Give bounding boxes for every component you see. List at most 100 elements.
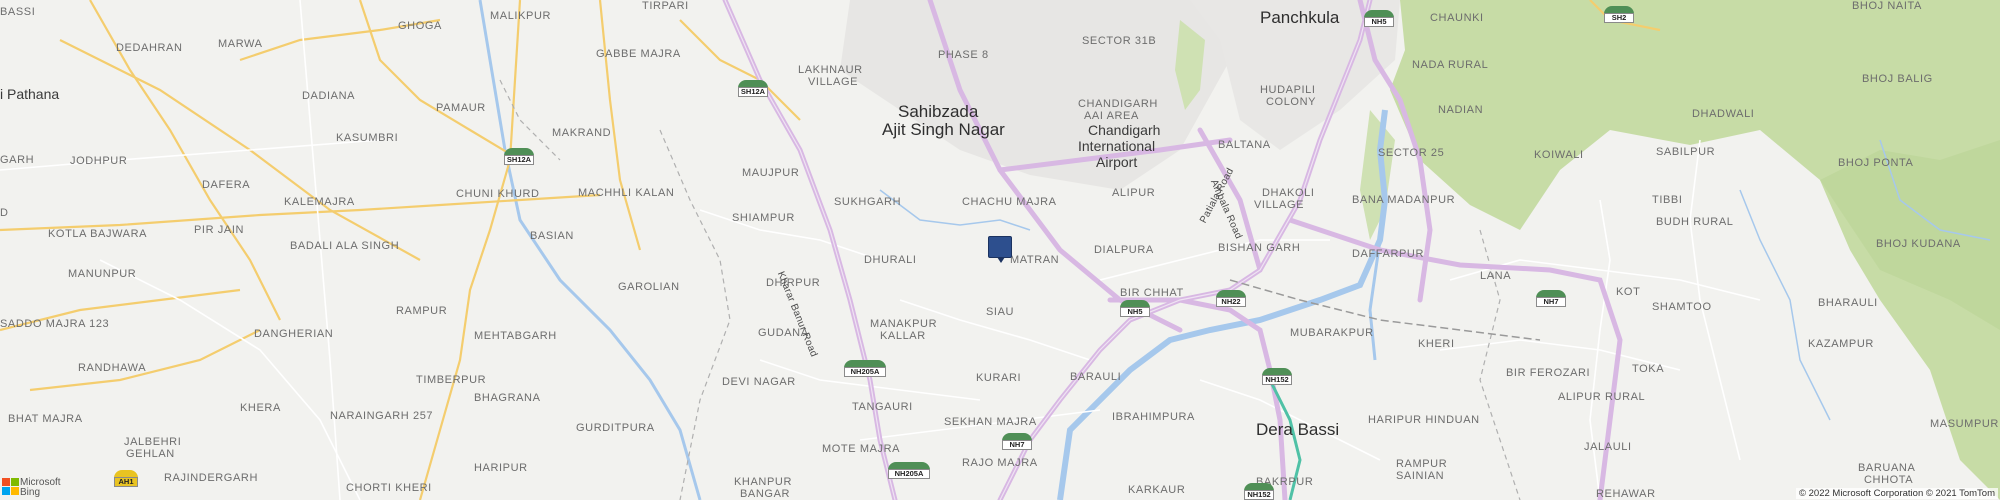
place-label: VILLAGE bbox=[1254, 199, 1305, 211]
place-label: MOTE MAJRA bbox=[822, 443, 901, 455]
place-label: NADIAN bbox=[1438, 104, 1484, 116]
place-label: VILLAGE bbox=[808, 76, 859, 88]
place-label: SAINIAN bbox=[1396, 470, 1445, 482]
place-label: CHORTI KHERI bbox=[346, 482, 432, 494]
place-label: KHERI bbox=[1418, 338, 1455, 350]
map-canvas[interactable]: Panchkula Sahibzada Ajit Singh Nagar Der… bbox=[0, 0, 2000, 500]
place-label: SHAMTOO bbox=[1652, 301, 1712, 313]
bing-logo[interactable]: Microsoft Bing bbox=[0, 476, 80, 498]
place-label: KASUMBRI bbox=[336, 132, 399, 144]
place-label: BISHAN GARH bbox=[1218, 242, 1301, 254]
place-label: MANUNPUR bbox=[68, 268, 137, 280]
place-label-chandigarh-airport-3: Airport bbox=[1096, 154, 1138, 170]
place-label: KOTLA BAJWARA bbox=[48, 228, 148, 240]
place-label: BHOJ BALIG bbox=[1862, 73, 1933, 85]
route-shield: NH22 bbox=[1216, 290, 1246, 307]
place-label: DHURALI bbox=[864, 254, 917, 266]
place-label: MAKRAND bbox=[552, 127, 612, 139]
place-label: CHACHU MAJRA bbox=[962, 196, 1057, 208]
route-shield: NH5 bbox=[1120, 300, 1150, 317]
place-label: BALTANA bbox=[1218, 139, 1271, 151]
route-shield: SH12A bbox=[738, 80, 768, 97]
route-shield: NH205A bbox=[844, 360, 886, 377]
place-label: KALEMAJRA bbox=[284, 196, 355, 208]
place-label: MATRAN bbox=[1010, 254, 1060, 266]
place-label: JALBEHRI bbox=[124, 436, 182, 448]
place-label: NARAINGARH 257 bbox=[330, 410, 434, 422]
place-label: GEHLAN bbox=[126, 448, 175, 460]
route-shield: NH152 bbox=[1262, 368, 1292, 385]
place-label: BHOJ NAITA bbox=[1852, 0, 1922, 12]
place-label: SHIAMPUR bbox=[732, 212, 795, 224]
route-shield: NH205A bbox=[888, 462, 930, 479]
place-label: BANGAR bbox=[740, 488, 791, 500]
place-label: SABILPUR bbox=[1656, 146, 1716, 158]
place-label: DADIANA bbox=[302, 90, 356, 102]
place-label: CHUNI KHURD bbox=[456, 188, 540, 200]
place-label: BANA MADANPUR bbox=[1352, 194, 1456, 206]
place-label: KOT bbox=[1616, 286, 1641, 298]
place-label-chandigarh-airport-1: Chandigarh bbox=[1088, 122, 1161, 138]
place-label: SADDO MAJRA 123 bbox=[0, 318, 110, 330]
place-label: BARAULI bbox=[1070, 371, 1122, 383]
place-label: DHADWALI bbox=[1692, 108, 1755, 120]
place-label: MALIKPUR bbox=[490, 10, 552, 22]
place-label: MARWA bbox=[218, 38, 263, 50]
place-label: BIR CHHAT bbox=[1120, 287, 1184, 299]
place-label: KOIWALI bbox=[1534, 149, 1584, 161]
urban-area bbox=[840, 0, 1230, 190]
place-label: RAJO MAJRA bbox=[962, 457, 1038, 469]
location-pin-marker[interactable] bbox=[988, 236, 1012, 263]
place-label-pathana: i Pathana bbox=[0, 86, 60, 102]
route-shield: SH12A bbox=[504, 148, 534, 165]
place-label: DHAKOLI bbox=[1262, 187, 1315, 199]
place-label: JALAULI bbox=[1584, 441, 1632, 453]
place-label: KURARI bbox=[976, 372, 1022, 384]
place-label: TIMBERPUR bbox=[416, 374, 487, 386]
place-label: RANDHAWA bbox=[78, 362, 147, 374]
place-label: BHOJ KUDANA bbox=[1876, 238, 1961, 250]
place-label: SECTOR 31B bbox=[1082, 35, 1157, 47]
place-label: MUBARAKPUR bbox=[1290, 327, 1374, 339]
place-label: KHANPUR bbox=[734, 476, 792, 488]
place-label: DAFERA bbox=[202, 179, 251, 191]
place-label: PAMAUR bbox=[436, 102, 486, 114]
place-label: GURDITPURA bbox=[576, 422, 655, 434]
place-label: MACHHLI KALAN bbox=[578, 187, 675, 199]
place-label: D bbox=[0, 207, 9, 219]
place-label: BUDH RURAL bbox=[1656, 216, 1734, 228]
place-label: PHASE 8 bbox=[938, 49, 989, 61]
place-label: RAJINDERGARH bbox=[164, 472, 258, 484]
place-label: DIALPURA bbox=[1094, 244, 1154, 256]
place-label: RAMPUR bbox=[396, 305, 448, 317]
route-shield: NH7 bbox=[1536, 290, 1566, 307]
place-label: SEKHAN MAJRA bbox=[944, 416, 1037, 428]
place-label: DEDAHRAN bbox=[116, 42, 183, 54]
place-label: DEVI NAGAR bbox=[722, 376, 796, 388]
river bbox=[1739, 189, 1831, 421]
place-label: PIR JAIN bbox=[194, 224, 245, 236]
place-label: TANGAURI bbox=[852, 401, 913, 413]
route-shield: NH7 bbox=[1002, 433, 1032, 450]
place-label: DANGHERIAN bbox=[254, 328, 334, 340]
route-shield: NH152 bbox=[1244, 483, 1274, 500]
route-shield: NH5 bbox=[1364, 10, 1394, 27]
place-label: LAKHNAUR bbox=[798, 64, 863, 76]
place-label: TOKA bbox=[1632, 363, 1665, 375]
place-label: KAZAMPUR bbox=[1808, 338, 1874, 350]
place-label: MANAKPUR bbox=[870, 318, 938, 330]
place-label: GAROLIAN bbox=[618, 281, 680, 293]
railway bbox=[1229, 279, 1541, 341]
place-label: KHERA bbox=[240, 402, 281, 414]
place-label: BIR FEROZARI bbox=[1506, 367, 1591, 379]
route-shield: AH1 bbox=[114, 470, 138, 487]
place-label: BHAT MAJRA bbox=[8, 413, 83, 425]
place-label-dera-bassi: Dera Bassi bbox=[1256, 420, 1340, 439]
place-label: BHARAULI bbox=[1818, 297, 1878, 309]
place-label: ALIPUR bbox=[1112, 187, 1156, 199]
place-label: CHHOTA bbox=[1864, 474, 1914, 486]
place-label: GABBE MAJRA bbox=[596, 48, 681, 60]
place-label: SUKHGARH bbox=[834, 196, 902, 208]
place-label: CHAUNKI bbox=[1430, 12, 1484, 24]
place-label-sahibzada-1: Sahibzada bbox=[898, 102, 979, 121]
